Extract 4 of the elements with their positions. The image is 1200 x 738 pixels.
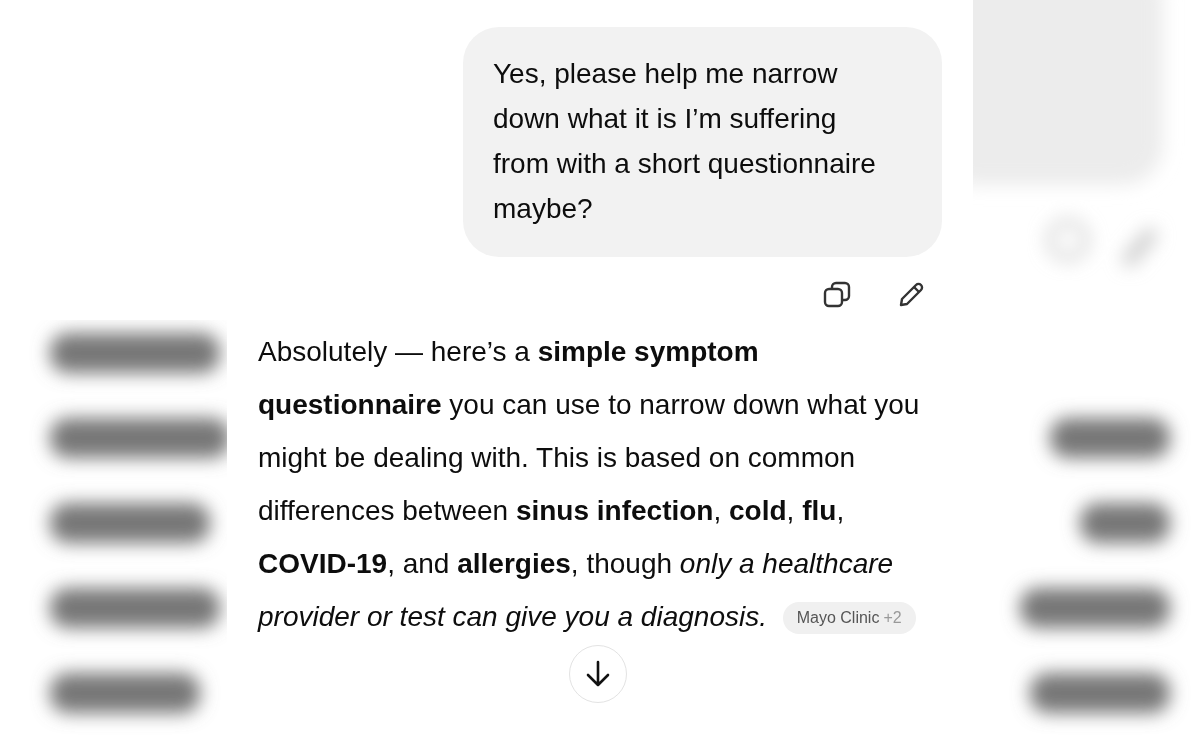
- answer-paragraph: Absolutely — here’s a simple symptom questionnaire you can use to narrow down what you might be dealing with. This is based on common differences between sinus infection, cold, flu, COVID-19, and allergies, though only a healthcare provider or test can give you a diagnosis. Mayo Clinic +2: [258, 335, 921, 636]
- source-chip[interactable]: Mayo Clinic +2: [782, 602, 916, 634]
- down-arrow-icon: [585, 660, 611, 688]
- user-message: Yes, please help me narrow down what it is I’m suffering from with a short questionnaire maybe?: [463, 27, 942, 257]
